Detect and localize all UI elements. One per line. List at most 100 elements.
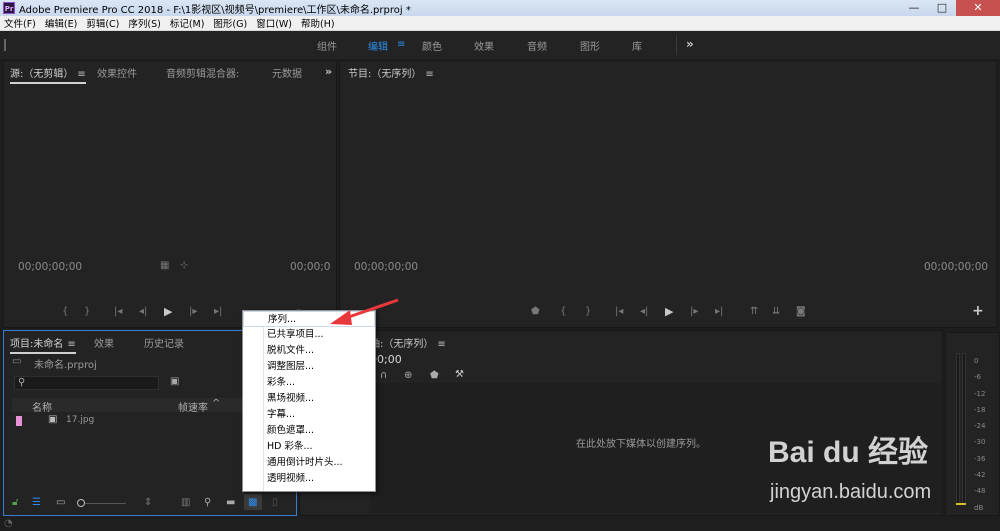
play-icon[interactable]: ▶ [164, 305, 172, 318]
column-name[interactable]: 名称 [32, 399, 52, 414]
workspace-tab-libraries[interactable]: 库 [632, 38, 642, 53]
sort-ascending-icon[interactable]: ^ [212, 398, 220, 409]
new-item-context-menu: 序列... 已共享项目... 脱机文件... 调整图层... 彩条... 黑场视… [242, 310, 376, 492]
menu-help[interactable]: 帮助(H) [297, 16, 340, 30]
menu-item-adjustment-layer[interactable]: 调整图层... [243, 359, 375, 375]
trash-icon[interactable]: ▯ [272, 497, 278, 508]
wrench-icon[interactable]: ⚒ [455, 369, 464, 380]
window-title: Adobe Premiere Pro CC 2018 - F:\1影视区\视频号… [19, 4, 411, 16]
program-go-to-in-icon[interactable]: |◂ [615, 306, 623, 317]
tab-effects[interactable]: 效果 [94, 335, 114, 350]
tab-history[interactable]: 历史记录 [144, 335, 184, 350]
meter-tick: -48 [974, 487, 986, 496]
add-marker-icon[interactable]: ⬟ [531, 306, 540, 317]
maximize-button[interactable]: □ [928, 0, 956, 16]
workspace-tab-assembly[interactable]: 组件 [317, 38, 337, 53]
program-mark-out-icon[interactable]: } [585, 306, 591, 317]
timeline-menu-icon[interactable]: ≡ [437, 339, 445, 350]
go-to-out-icon[interactable]: ▸| [214, 306, 222, 317]
tab-audio-clip-mixer[interactable]: 音频剪辑混合器: [166, 65, 239, 80]
menu-item-bars-and-tone[interactable]: 彩条... [243, 375, 375, 391]
list-view-icon[interactable]: ☰ [32, 497, 41, 508]
tab-metadata[interactable]: 元数据 [272, 65, 302, 80]
mark-out-icon[interactable]: } [84, 306, 90, 317]
menu-marker[interactable]: 标记(M) [166, 16, 210, 30]
program-timecode-current[interactable]: 00;00;00;00 [354, 261, 418, 273]
menu-item-black-video[interactable]: 黑场视频... [243, 391, 375, 407]
menu-item-sequence[interactable]: 序列... [243, 311, 375, 327]
panel-overflow-icon[interactable]: » [325, 65, 332, 78]
source-tabbar: 源:（无剪辑） ≡ 效果控件 音频剪辑混合器: 元数据 » [4, 61, 336, 84]
source-timecode-current[interactable]: 00;00;00;00 [18, 261, 82, 273]
menu-item-hd-bars[interactable]: HD 彩条... [243, 439, 375, 455]
tab-program-label: 节目:（无序列） [348, 69, 422, 80]
program-step-back-icon[interactable]: ◂| [640, 306, 648, 317]
workspace-menu-icon[interactable]: ≡ [397, 39, 405, 50]
lift-icon[interactable]: ⇈ [750, 306, 758, 317]
find-icon[interactable]: ⚲ [204, 497, 211, 508]
program-step-forward-icon[interactable]: |▸ [690, 306, 698, 317]
program-play-icon[interactable]: ▶ [665, 305, 673, 318]
lock-icon[interactable]: 🔓︎ [12, 497, 18, 508]
menu-item-shared-project[interactable]: 已共享项目... [243, 327, 375, 343]
menu-file[interactable]: 文件(F) [0, 16, 41, 30]
meter-scale: 0 -6 -12 -18 -24 -30 -36 -42 -48 dB [974, 353, 985, 516]
add-button[interactable]: + [972, 303, 984, 319]
step-forward-icon[interactable]: |▸ [189, 306, 197, 317]
linked-selection-icon[interactable]: ⊕ [404, 370, 412, 381]
extract-icon[interactable]: ⇊ [772, 306, 780, 317]
menu-item-transparent-video[interactable]: 透明视频... [243, 471, 375, 487]
go-to-in-icon[interactable]: |◂ [114, 306, 122, 317]
tab-effect-controls[interactable]: 效果控件 [97, 65, 137, 80]
zoom-slider-handle[interactable] [77, 499, 85, 507]
menu-edit[interactable]: 编辑(E) [41, 16, 82, 30]
menu-item-offline-file[interactable]: 脱机文件... [243, 343, 375, 359]
fit-icon[interactable]: ⊹ [180, 260, 188, 271]
list-item[interactable]: ▣ 17.jpg [12, 414, 242, 428]
mark-in-icon[interactable]: { [62, 306, 68, 317]
menu-sequence[interactable]: 序列(S) [124, 16, 165, 30]
export-frame-icon[interactable]: ◙ [796, 306, 806, 317]
workspace-tab-color[interactable]: 颜色 [422, 38, 442, 53]
step-back-icon[interactable]: ◂| [139, 306, 147, 317]
menu-bar: 文件(F) 编辑(E) 剪辑(C) 序列(S) 标记(M) 图形(G) 窗口(W… [0, 16, 1000, 31]
tab-project[interactable]: 项目:未命名 ≡ [10, 335, 76, 354]
menu-item-countdown-leader[interactable]: 通用倒计时片头... [243, 455, 375, 471]
workspace-tab-graphics[interactable]: 图形 [580, 38, 600, 53]
tab-timeline[interactable]: 轴:（无序列） ≡ [370, 335, 446, 350]
new-search-bin-icon[interactable]: ▣ [170, 376, 179, 387]
workspace-tab-editing[interactable]: 编辑 [368, 38, 388, 53]
meter-tick: -6 [974, 373, 981, 382]
program-mark-in-icon[interactable]: { [560, 306, 566, 317]
tab-source[interactable]: 源:（无剪辑） ≡ [10, 65, 86, 84]
menu-clip[interactable]: 剪辑(C) [82, 16, 124, 30]
label-color-swatch [16, 416, 22, 426]
close-button[interactable]: ✕ [956, 0, 1000, 16]
column-frame-rate[interactable]: 帧速率 [178, 399, 208, 414]
tab-timeline-label: 轴:（无序列） [370, 339, 434, 350]
menu-window[interactable]: 窗口(W) [252, 16, 297, 30]
automate-sequence-icon[interactable]: ▥ [181, 497, 190, 508]
project-search-input[interactable]: ⚲ [14, 376, 159, 390]
zoom-slider-track[interactable] [82, 503, 126, 504]
project-menu-icon[interactable]: ≡ [67, 339, 75, 350]
workspace-tab-effects[interactable]: 效果 [474, 38, 494, 53]
menu-item-color-matte[interactable]: 颜色遮罩... [243, 423, 375, 439]
workspace-more-icon[interactable]: » [686, 37, 694, 51]
menu-item-captions[interactable]: 字幕... [243, 407, 375, 423]
minimize-button[interactable]: — [900, 0, 928, 16]
panel-menu-icon[interactable]: ≡ [77, 69, 85, 80]
icon-view-icon[interactable]: ▭ [56, 497, 65, 508]
premiere-app-icon: Pr [3, 2, 15, 14]
snap-icon[interactable]: ∩ [380, 370, 387, 381]
program-menu-icon[interactable]: ≡ [425, 69, 433, 80]
new-bin-icon[interactable]: ▬ [226, 497, 235, 508]
tab-program[interactable]: 节目:（无序列） ≡ [348, 65, 434, 80]
sort-icon[interactable]: ⇕ [144, 497, 152, 508]
workspace-tab-audio[interactable]: 音频 [527, 38, 547, 53]
add-marker-icon-timeline[interactable]: ⬟ [430, 370, 439, 381]
meter-tick: -36 [974, 454, 986, 463]
program-go-to-out-icon[interactable]: ▸| [715, 306, 723, 317]
tab-project-label: 项目:未命名 [10, 339, 64, 350]
menu-graphics[interactable]: 图形(G) [209, 16, 252, 30]
